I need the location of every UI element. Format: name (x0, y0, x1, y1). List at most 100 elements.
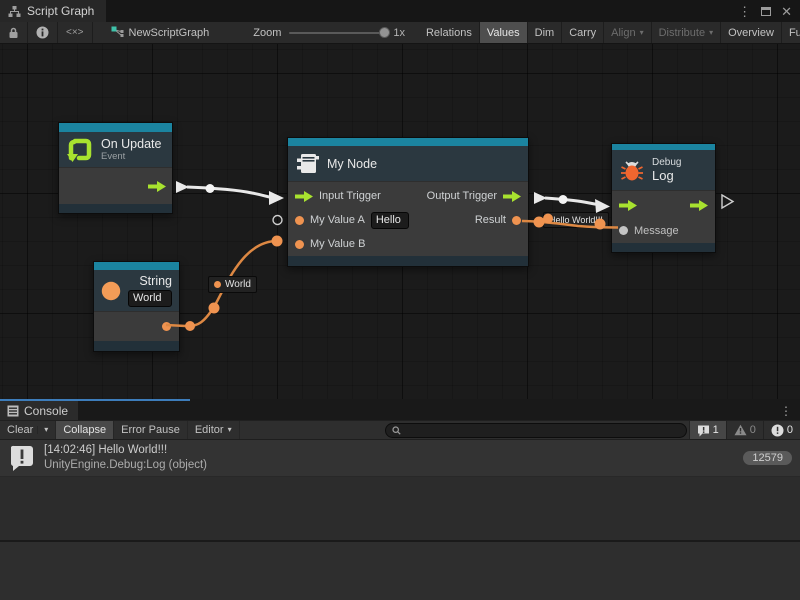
node-my-node[interactable]: My Node Input Trigger Output Trigger (287, 137, 529, 267)
node-string[interactable]: String (93, 261, 180, 352)
result-port[interactable] (512, 216, 521, 225)
more-menu-icon[interactable]: ⋮ (738, 5, 751, 18)
message-port[interactable] (619, 226, 628, 235)
graph-name: NewScriptGraph (129, 27, 210, 39)
console-more-menu-icon[interactable]: ⋮ (780, 404, 800, 420)
wire-value-label-hello-world: Hello World!!! (543, 212, 609, 228)
console-log-list: [14:02:46] Hello World!!! UnityEngine.De… (0, 440, 800, 540)
debug-input-port[interactable] (619, 200, 637, 211)
overview-button[interactable]: Overview (721, 22, 782, 43)
code-icon: <×> (66, 27, 84, 38)
chevron-down-icon: ▾ (709, 29, 713, 37)
warning-triangle-icon (734, 424, 747, 436)
log-count-toggle[interactable]: 1 (689, 421, 726, 439)
event-loop-icon (66, 136, 94, 164)
debug-log-header[interactable]: Debug Log (612, 150, 715, 190)
clear-button[interactable]: Clear ▾ (0, 421, 56, 439)
code-preview-button[interactable]: <×> (58, 22, 93, 43)
string-output-port[interactable] (162, 322, 171, 331)
node-debug-log[interactable]: Debug Log Message (611, 143, 716, 253)
node-kicker: Debug (652, 157, 681, 168)
value-b-label: My Value B (310, 238, 365, 250)
distribute-dropdown[interactable]: Distribute ▾ (652, 22, 721, 43)
node-footer (59, 204, 172, 213)
value-b-port[interactable] (295, 240, 304, 249)
values-toggle[interactable]: Values (480, 22, 528, 43)
zoom-control: Zoom 1x (245, 22, 413, 43)
node-accent-bar (288, 138, 528, 146)
relations-toggle[interactable]: Relations (419, 22, 480, 43)
unity-script-graph-window: Script Graph ⋮ ✕ <×> (0, 0, 800, 600)
unconnected-port-indicator (273, 216, 282, 225)
editor-dropdown[interactable]: Editor ▾ (188, 421, 240, 439)
value-a-port[interactable] (295, 216, 304, 225)
node-footer (288, 256, 528, 266)
fullscreen-button[interactable]: Full S (782, 22, 800, 43)
search-icon (392, 426, 401, 435)
log-bubble-icon (697, 424, 710, 437)
node-accent-bar (94, 262, 179, 270)
input-trigger-label: Input Trigger (319, 190, 381, 202)
value-dot-icon (214, 281, 221, 288)
tab-script-graph[interactable]: Script Graph (0, 0, 106, 22)
string-circle-icon (101, 278, 121, 304)
lock-icon (8, 27, 19, 39)
log-entry-row[interactable]: [14:02:46] Hello World!!! UnityEngine.De… (0, 440, 800, 477)
zoom-slider-handle[interactable] (379, 27, 390, 38)
console-tabbar: Console ⋮ (0, 399, 800, 420)
chevron-down-icon[interactable]: ▾ (37, 426, 48, 434)
error-count-toggle[interactable]: 0 (763, 421, 800, 439)
tab-console[interactable]: Console (0, 401, 78, 420)
node-on-update[interactable]: On Update Event (58, 122, 173, 214)
debug-output-port[interactable] (690, 200, 708, 211)
error-circle-icon (771, 424, 784, 437)
graph-canvas[interactable]: On Update Event String (0, 44, 800, 399)
node-title: Log (652, 168, 681, 183)
node-title: String (128, 274, 172, 288)
string-value-field[interactable] (128, 290, 172, 307)
warning-count-toggle[interactable]: 0 (726, 421, 763, 439)
info-button[interactable] (28, 22, 58, 43)
zoom-value: 1x (393, 27, 405, 39)
lock-button[interactable] (0, 22, 28, 43)
input-trigger-port[interactable] (295, 191, 313, 202)
node-title: On Update (101, 137, 161, 151)
graph-toolbar: <×> NewScriptGraph Zoom 1x Relations Val… (0, 22, 800, 44)
node-subtitle: Event (101, 151, 161, 162)
node-footer (612, 243, 715, 252)
console-search-input[interactable] (405, 424, 680, 437)
focused-panel-indicator (0, 399, 190, 401)
wire-my-node-to-debug (534, 192, 610, 213)
dim-toggle[interactable]: Dim (528, 22, 563, 43)
on-update-output-port[interactable] (148, 181, 166, 192)
console-list-icon (7, 405, 19, 417)
message-label: Message (634, 225, 679, 237)
error-pause-toggle[interactable]: Error Pause (114, 421, 188, 439)
titlebar-icons: ⋮ ✕ (738, 0, 800, 22)
node-footer (94, 341, 179, 351)
wire-on-update-to-my-node (176, 181, 284, 205)
output-trigger-label: Output Trigger (427, 190, 497, 202)
collapse-toggle[interactable]: Collapse (56, 421, 114, 439)
tab-title: Script Graph (27, 4, 94, 18)
zoom-slider[interactable] (289, 32, 385, 34)
on-update-header[interactable]: On Update Event (59, 132, 172, 167)
string-header[interactable]: String (94, 270, 179, 311)
maximize-icon[interactable] (761, 7, 771, 16)
window-tabbar: Script Graph ⋮ ✕ (0, 0, 800, 22)
log-entry-message: [14:02:46] Hello World!!! (44, 443, 735, 458)
wire-value-label-world: World (208, 276, 257, 293)
output-trigger-port[interactable] (503, 191, 521, 202)
collapse-count-badge: 12579 (743, 451, 792, 465)
result-label: Result (475, 214, 506, 226)
zoom-label: Zoom (253, 27, 281, 39)
align-dropdown[interactable]: Align ▾ (604, 22, 651, 43)
my-node-header[interactable]: My Node (288, 146, 528, 181)
console-search[interactable] (385, 423, 687, 438)
value-a-field[interactable] (371, 212, 409, 229)
graph-breadcrumb[interactable]: NewScriptGraph (101, 22, 220, 43)
close-icon[interactable]: ✕ (781, 5, 792, 18)
graph-tree-icon (8, 5, 21, 18)
carry-toggle[interactable]: Carry (562, 22, 604, 43)
carry-arrow-indicator (722, 195, 733, 208)
